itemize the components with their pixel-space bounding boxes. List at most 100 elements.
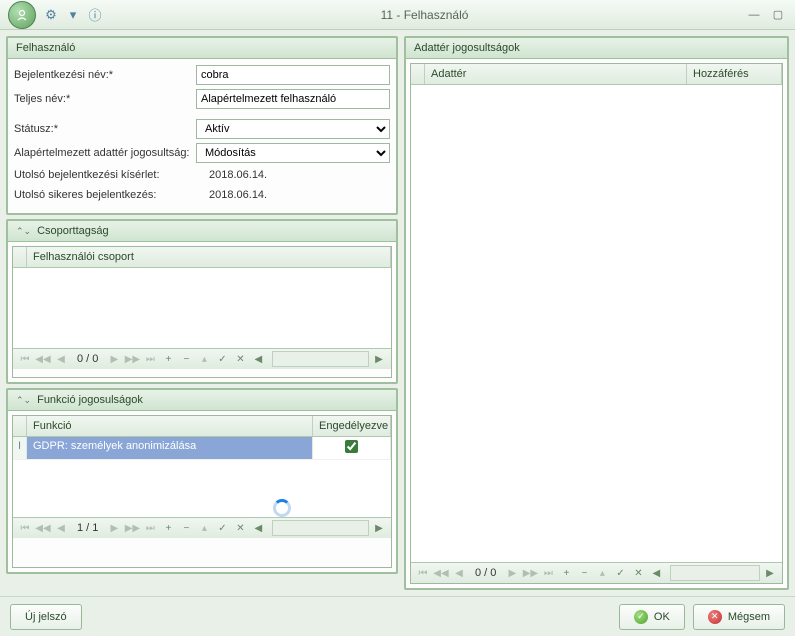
groups-navbar: ⏮ ◀◀ ◀ 0 / 0 ▶ ▶▶ ⏭ + − ▴ ✓ ✕ ◀ [13,348,391,369]
enabled-checkbox[interactable] [345,440,358,453]
nav-prev-icon[interactable]: ◀ [53,351,69,367]
user-panel-header: Felhasználó [8,38,396,59]
functions-panel-header[interactable]: ⌃⌄ Funkció jogosulságok [8,390,396,411]
nav-scroll-right-icon[interactable]: ▶ [371,351,387,367]
titlebar-tools: ⚙ ▾ ⓘ [42,6,104,24]
dataspace-column-header[interactable]: Adattér [425,64,687,84]
panel-title: Adattér jogosultságok [414,42,520,54]
nav-nextpage-icon[interactable]: ▶▶ [124,520,140,536]
row-indicator-icon: I [13,437,27,459]
nav-first-icon[interactable]: ⏮ [17,520,33,536]
function-cell: GDPR: személyek anonimizálása [27,437,313,459]
groups-grid: Felhasználói csoport ⏮ ◀◀ ◀ 0 / 0 ▶ ▶▶ ⏭… [12,246,392,378]
nav-last-icon[interactable]: ⏭ [540,565,556,581]
nav-edit-icon[interactable]: ▴ [594,565,610,581]
info-icon[interactable]: ⓘ [86,6,104,24]
user-panel: Felhasználó Bejelentkezési név:* Teljes … [6,36,398,215]
groups-panel-header[interactable]: ⌃⌄ Csoporttagság [8,221,396,242]
dataspace-grid-body [411,85,782,562]
row-selector-header [411,64,425,84]
table-row[interactable]: I GDPR: személyek anonimizálása [13,437,391,460]
row-selector-header [13,247,27,267]
last-attempt-value: 2018.06.14. [209,167,390,183]
maximize-button[interactable]: ▢ [769,8,787,22]
groups-panel: ⌃⌄ Csoporttagság Felhasználói csoport ⏮ … [6,219,398,384]
nav-last-icon[interactable]: ⏭ [142,520,158,536]
nav-first-icon[interactable]: ⏮ [415,565,431,581]
nav-add-icon[interactable]: + [160,520,176,536]
nav-first-icon[interactable]: ⏮ [17,351,33,367]
cancel-button[interactable]: ✕ Mégsem [693,604,785,630]
nav-prevpage-icon[interactable]: ◀◀ [433,565,449,581]
nav-prev-icon[interactable]: ◀ [451,565,467,581]
nav-next-icon[interactable]: ▶ [504,565,520,581]
enabled-column-header[interactable]: Engedélyezve [313,416,391,436]
ok-button[interactable]: ✓ OK [619,604,685,630]
nav-remove-icon[interactable]: − [178,351,194,367]
dataspace-grid: Adattér Hozzáférés ⏮ ◀◀ ◀ 0 / 0 ▶ ▶▶ ⏭ +… [410,63,783,584]
panel-title: Funkció jogosulságok [37,394,143,406]
last-attempt-label: Utolsó bejelentkezési kísérlet: [14,169,209,181]
nav-cancel-icon[interactable]: ✕ [630,565,646,581]
nav-position: 0 / 0 [469,567,502,579]
last-success-label: Utolsó sikeres bejelentkezés: [14,189,209,201]
window-title: 11 - Felhasználó [104,8,745,22]
last-success-value: 2018.06.14. [209,187,390,203]
nav-scroll-left-icon[interactable]: ◀ [648,565,664,581]
nav-prev-icon[interactable]: ◀ [53,520,69,536]
nav-next-icon[interactable]: ▶ [106,351,122,367]
nav-scrollbar[interactable] [272,351,369,367]
nav-add-icon[interactable]: + [160,351,176,367]
row-selector-header [13,416,27,436]
nav-remove-icon[interactable]: − [178,520,194,536]
function-column-header[interactable]: Funkció [27,416,313,436]
functions-panel: ⌃⌄ Funkció jogosulságok Funkció Engedély… [6,388,398,574]
nav-last-icon[interactable]: ⏭ [142,351,158,367]
nav-edit-icon[interactable]: ▴ [196,351,212,367]
nav-scroll-right-icon[interactable]: ▶ [371,520,387,536]
nav-add-icon[interactable]: + [558,565,574,581]
nav-accept-icon[interactable]: ✓ [214,520,230,536]
new-password-button[interactable]: Új jelszó [10,604,82,630]
button-label: Mégsem [728,611,770,623]
nav-scroll-left-icon[interactable]: ◀ [250,351,266,367]
nav-position: 0 / 0 [71,353,104,365]
nav-next-icon[interactable]: ▶ [106,520,122,536]
titlebar: ⚙ ▾ ⓘ 11 - Felhasználó — ▢ [0,0,795,30]
nav-remove-icon[interactable]: − [576,565,592,581]
nav-accept-icon[interactable]: ✓ [612,565,628,581]
nav-nextpage-icon[interactable]: ▶▶ [522,565,538,581]
group-column-header[interactable]: Felhasználói csoport [27,247,391,267]
full-name-label: Teljes név:* [14,93,196,105]
nav-scroll-left-icon[interactable]: ◀ [250,520,266,536]
nav-edit-icon[interactable]: ▴ [196,520,212,536]
dataspace-navbar: ⏮ ◀◀ ◀ 0 / 0 ▶ ▶▶ ⏭ + − ▴ ✓ ✕ ◀ [411,562,782,583]
nav-nextpage-icon[interactable]: ▶▶ [124,351,140,367]
nav-prevpage-icon[interactable]: ◀◀ [35,520,51,536]
nav-prevpage-icon[interactable]: ◀◀ [35,351,51,367]
full-name-input[interactable] [196,89,390,109]
nav-accept-icon[interactable]: ✓ [214,351,230,367]
nav-scrollbar[interactable] [670,565,760,581]
status-select[interactable]: Aktív [196,119,390,139]
login-name-label: Bejelentkezési név:* [14,69,196,81]
nav-scrollbar[interactable] [272,520,369,536]
minimize-button[interactable]: — [745,8,763,22]
access-column-header[interactable]: Hozzáférés [687,64,782,84]
button-label: Új jelszó [25,611,67,623]
nav-cancel-icon[interactable]: ✕ [232,520,248,536]
dataspace-panel: Adattér jogosultságok Adattér Hozzáférés… [404,36,789,590]
app-icon [8,1,36,29]
default-perm-select[interactable]: Módosítás [196,143,390,163]
cancel-icon: ✕ [708,610,722,624]
loading-spinner-icon [273,499,291,517]
collapse-icon: ⌃⌄ [16,395,31,406]
gear-icon[interactable]: ⚙ [42,6,60,24]
nav-scroll-right-icon[interactable]: ▶ [762,565,778,581]
dataspace-panel-header: Adattér jogosultságok [406,38,787,59]
collapse-icon: ⌃⌄ [16,226,31,237]
dropdown-icon[interactable]: ▾ [64,6,82,24]
login-name-input[interactable] [196,65,390,85]
nav-cancel-icon[interactable]: ✕ [232,351,248,367]
status-label: Státusz:* [14,123,196,135]
